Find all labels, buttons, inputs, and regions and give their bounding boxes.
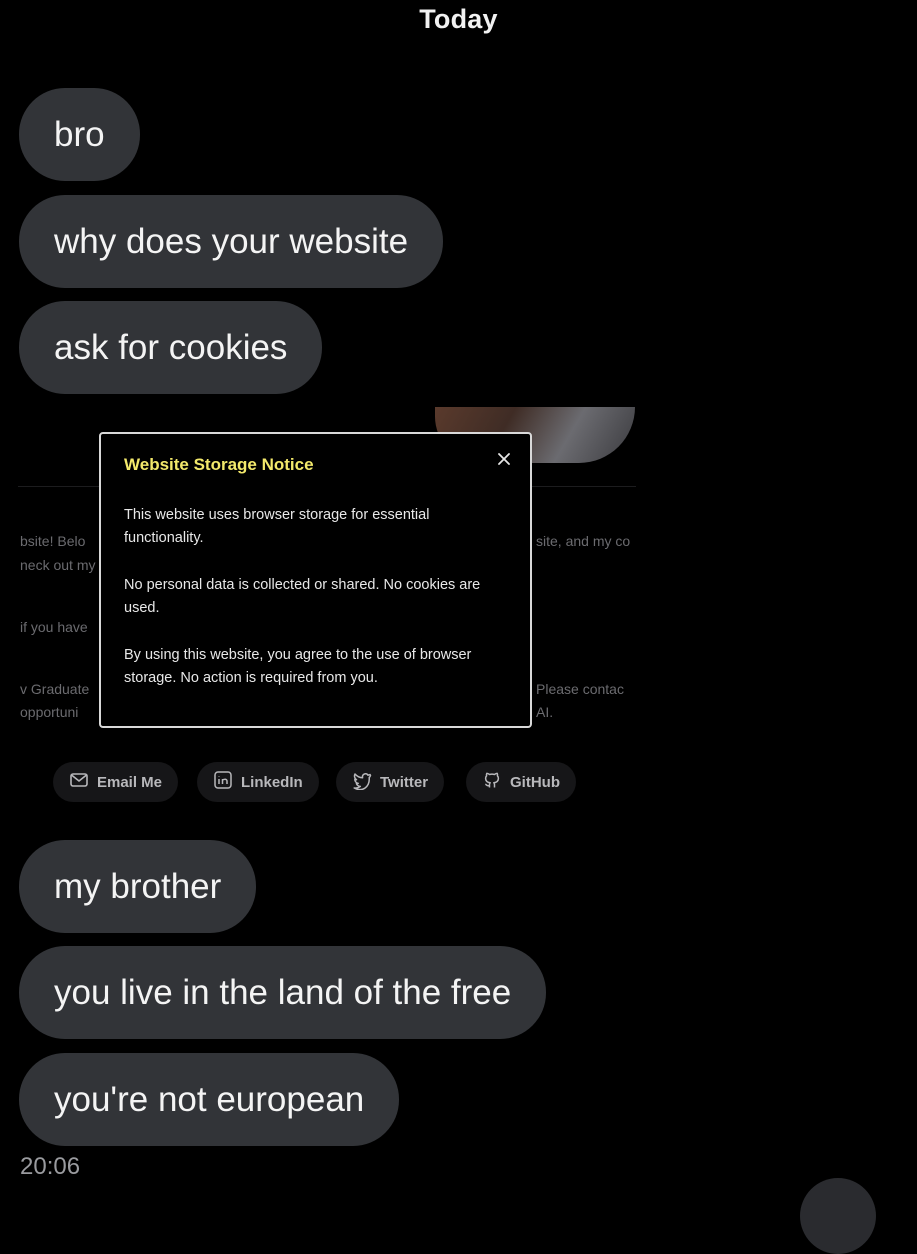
message-bubble[interactable]: my brother <box>19 840 257 933</box>
background-text: AI. <box>536 704 554 720</box>
storage-notice-modal: Website Storage Notice This website uses… <box>99 432 532 728</box>
message-bubble[interactable]: bro <box>19 88 140 181</box>
email-button-label: Email Me <box>97 773 163 791</box>
modal-paragraph: No personal data is collected or shared.… <box>124 577 481 616</box>
background-text: site, and my co <box>536 533 631 549</box>
scroll-down-button[interactable] <box>800 1178 876 1254</box>
message-bubble[interactable]: you live in the land of the free <box>19 946 547 1039</box>
github-button[interactable]: GitHub <box>466 762 576 802</box>
github-icon <box>482 770 502 794</box>
background-text: opportuni <box>20 704 79 720</box>
background-text: bsite! Belo <box>20 533 86 549</box>
linkedin-button-label: LinkedIn <box>241 773 303 791</box>
background-text: v Graduate <box>20 681 90 697</box>
message-bubble[interactable]: you're not european <box>19 1053 400 1146</box>
background-text: Please contac <box>536 681 624 697</box>
twitter-button[interactable]: Twitter <box>336 762 445 802</box>
background-text: if you have <box>20 619 88 635</box>
modal-paragraph: This website uses browser storage for es… <box>124 507 430 546</box>
message-bubble[interactable]: ask for cookies <box>19 301 323 394</box>
twitter-button-label: Twitter <box>380 773 429 791</box>
modal-title: Website Storage Notice <box>124 455 314 474</box>
close-icon[interactable] <box>493 448 515 470</box>
message-bubble[interactable]: why does your website <box>19 195 444 288</box>
date-header: Today <box>419 4 498 34</box>
background-text: neck out my <box>20 557 96 573</box>
github-button-label: GitHub <box>510 773 560 791</box>
linkedin-icon <box>213 770 233 794</box>
mail-icon <box>69 770 89 794</box>
twitter-icon <box>352 770 372 794</box>
modal-paragraph: By using this website, you agree to the … <box>124 647 472 686</box>
email-button[interactable]: Email Me <box>53 762 179 802</box>
message-timestamp: 20:06 <box>20 1153 81 1180</box>
linkedin-button[interactable]: LinkedIn <box>197 762 319 802</box>
